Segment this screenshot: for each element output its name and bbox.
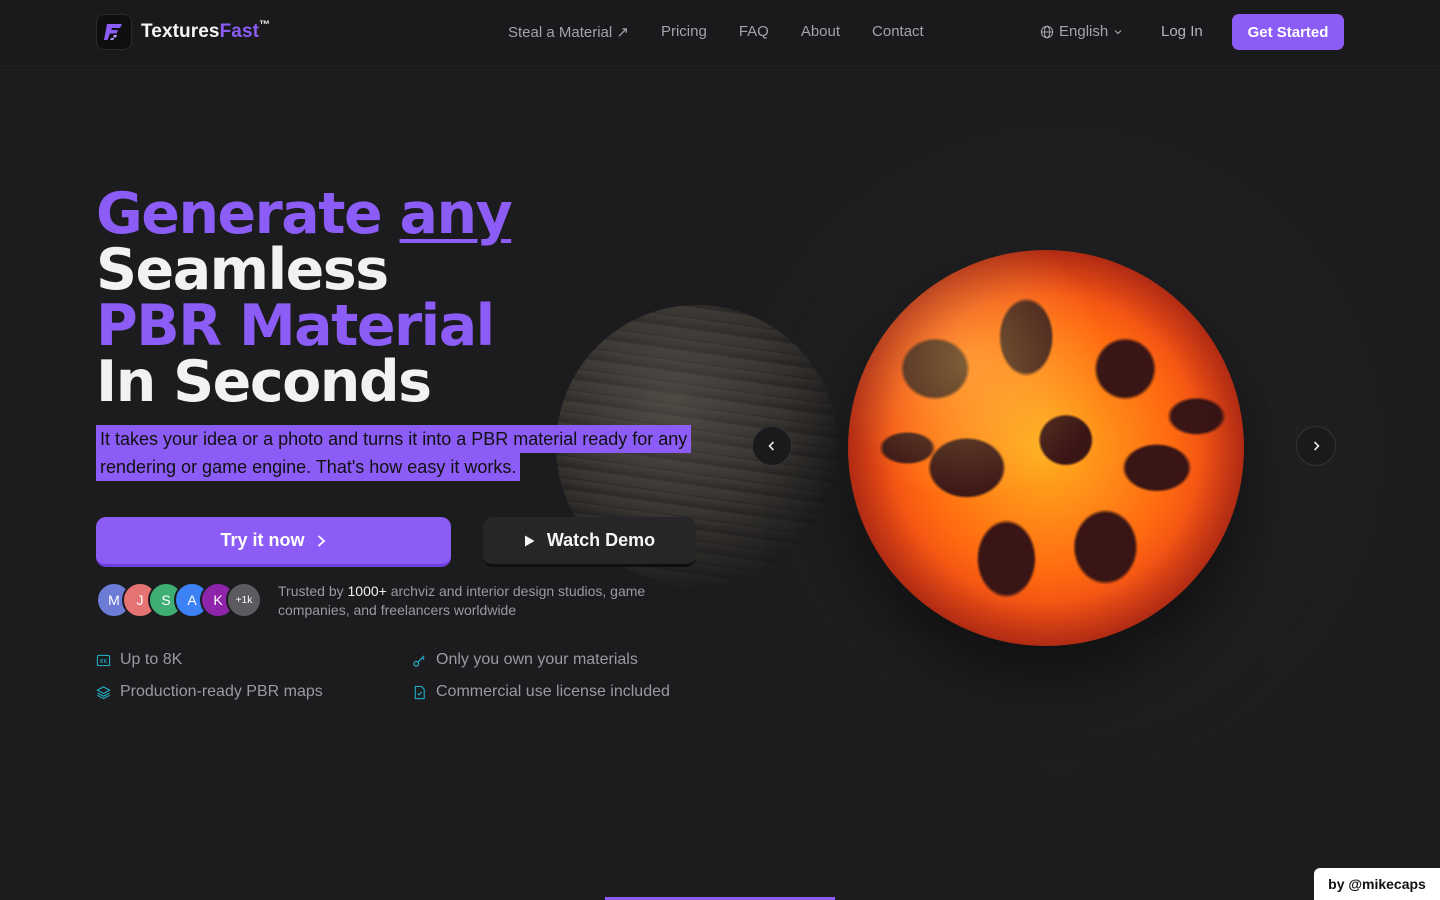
top-navbar: TexturesFast™ Steal a Material ↗ Pricing… — [0, 0, 1440, 66]
brand-name: TexturesFast™ — [141, 19, 271, 42]
login-link[interactable]: Log In — [1161, 23, 1203, 40]
language-label: English — [1059, 23, 1109, 40]
trusted-by-text: Trusted by 1000+ archviz and interior de… — [278, 583, 646, 618]
try-it-now-button[interactable]: Try it now — [96, 517, 451, 567]
chevron-left-icon — [768, 441, 775, 451]
nav-link-about[interactable]: About — [801, 23, 840, 41]
feature-commercial-license: Commercial use license included — [412, 683, 670, 701]
logo-mark-icon — [96, 14, 132, 50]
hero-subtext: It takes your idea or a photo and turns … — [96, 425, 696, 481]
layers-icon — [96, 685, 111, 699]
nav-link-pricing[interactable]: Pricing — [661, 23, 707, 41]
chevron-right-icon — [1313, 441, 1320, 451]
brand-logo[interactable]: TexturesFast™ — [96, 14, 270, 50]
document-icon — [414, 685, 425, 699]
get-started-button[interactable]: Get Started — [1232, 14, 1344, 50]
carousel-next-button[interactable] — [1296, 426, 1336, 466]
8k-icon: 8K — [96, 654, 111, 666]
headline-word-any: any — [399, 181, 513, 247]
feature-up-to-8k: 8K Up to 8K — [96, 651, 182, 669]
customer-avatars: M J S A K +1k — [96, 582, 262, 618]
author-credit-badge[interactable]: by @mikecaps — [1314, 868, 1440, 900]
headline-line-seamless: Seamless — [96, 237, 389, 303]
nav-link-steal-material[interactable]: Steal a Material ↗ — [508, 23, 629, 41]
play-icon — [524, 535, 535, 546]
headline-line-in-seconds: In Seconds — [96, 349, 432, 415]
nav-links: Steal a Material ↗ Pricing FAQ About Con… — [508, 23, 956, 41]
feature-pbr-maps: Production-ready PBR maps — [96, 683, 323, 701]
more-customers-avatar: +1k — [226, 582, 262, 618]
nav-link-contact[interactable]: Contact — [872, 23, 924, 41]
headline-line-pbr-material: PBR Material — [96, 293, 495, 359]
chevron-right-icon — [317, 534, 325, 547]
chevron-down-icon — [1114, 29, 1122, 34]
feature-ownership: Only you own your materials — [412, 651, 638, 669]
try-it-now-label: Try it now — [220, 530, 305, 550]
key-icon — [413, 654, 425, 667]
watch-demo-button[interactable]: Watch Demo — [483, 517, 696, 567]
trusted-count: 1000+ — [347, 583, 387, 599]
language-selector[interactable]: English — [1040, 23, 1128, 40]
nav-link-faq[interactable]: FAQ — [739, 23, 769, 41]
watch-demo-label: Watch Demo — [546, 530, 656, 550]
globe-icon — [1040, 25, 1054, 38]
hero-headline: Generate any Seamless PBR Material In Se… — [96, 186, 513, 415]
carousel-prev-button[interactable] — [752, 426, 792, 466]
hero-subtext-highlight: It takes your idea or a photo and turns … — [96, 425, 692, 481]
svg-text:8K: 8K — [100, 658, 108, 664]
lava-material-sphere — [848, 250, 1244, 646]
